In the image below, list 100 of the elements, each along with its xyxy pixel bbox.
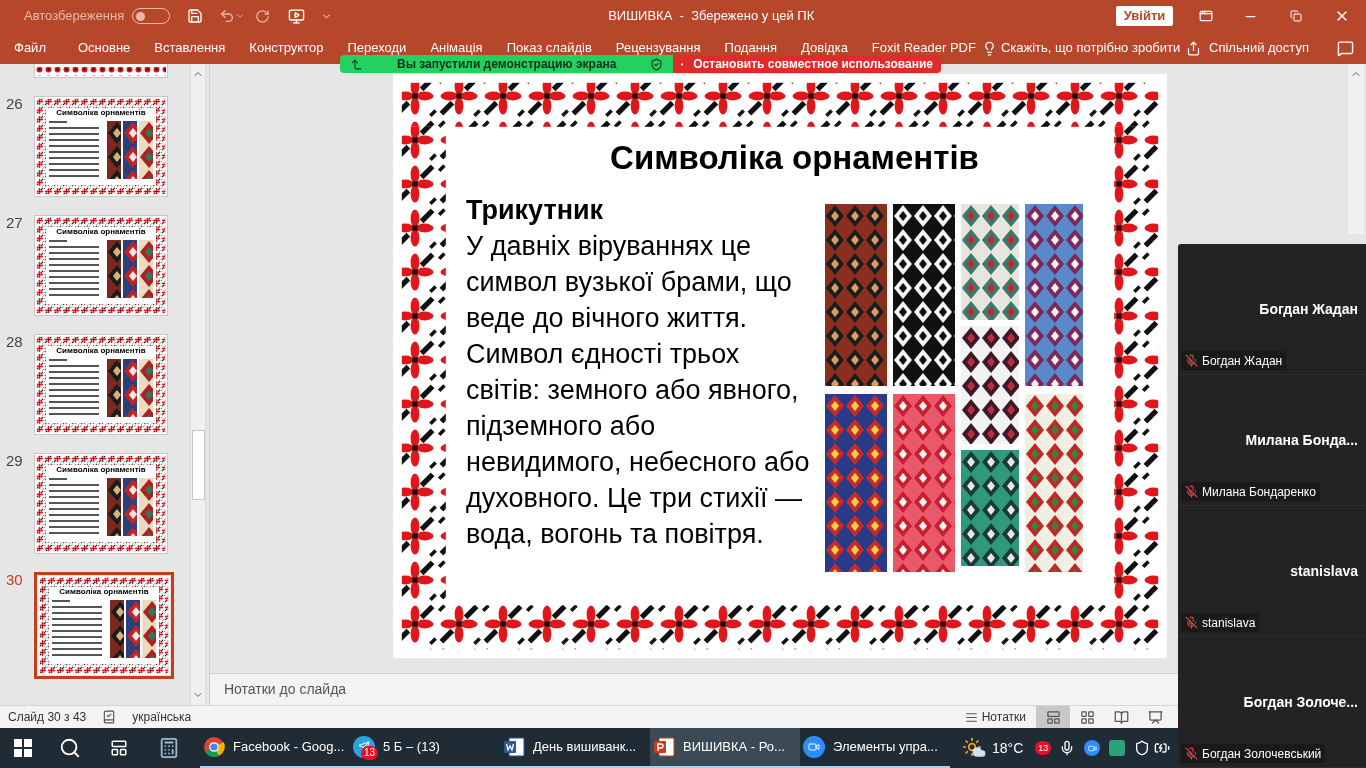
embroidery-photo <box>107 240 121 298</box>
video-app-icon <box>803 736 825 758</box>
slide-counter: Слайд 30 з 43 <box>8 709 87 726</box>
participant-label: Богдан Жадан <box>1202 352 1283 370</box>
stop-sharing-button[interactable]: Остановить совместное использование <box>673 55 941 73</box>
unread-badge: 13 <box>361 746 379 760</box>
redo-icon[interactable] <box>255 8 271 24</box>
window-title: ВИШИВКА - Збережено у цей ПК <box>608 7 815 26</box>
undo-icon[interactable] <box>219 8 236 24</box>
embroidery-photo <box>110 600 124 658</box>
slide-thumbnail[interactable]: Символіка орнаментів <box>34 96 168 197</box>
slide-thumbnail[interactable]: Символіка орнаментів <box>34 215 168 316</box>
video-app-icon[interactable] <box>1084 740 1101 756</box>
taskbar-app-button[interactable]: 13 5 Б – (13) <box>350 728 500 768</box>
ribbon-tab[interactable]: Подання <box>722 41 780 55</box>
language-label[interactable]: українська <box>132 708 192 726</box>
shield-check-icon <box>650 57 663 71</box>
autosave-label: Автозбереження <box>24 7 125 26</box>
embroidery-photo <box>123 121 137 179</box>
thumbnail-title: Символіка орнаментів <box>56 109 146 117</box>
spelling-icon[interactable] <box>102 710 117 724</box>
normal-view-icon[interactable] <box>1036 705 1070 729</box>
slide-number: 29 <box>5 453 24 468</box>
embroidery-photo <box>139 121 153 179</box>
slide-number: 27 <box>5 215 24 230</box>
save-icon[interactable] <box>187 8 204 24</box>
comments-icon[interactable] <box>1337 39 1354 57</box>
presentation-app-icon <box>653 736 675 758</box>
participant-name: Богдан Золоче... <box>1243 693 1358 712</box>
slideshow-icon[interactable] <box>288 7 306 25</box>
search-icon[interactable] <box>59 737 81 759</box>
app-window-title: Facebook - Goog... <box>233 738 345 757</box>
slide-title: Символіка орнаментів <box>609 138 980 178</box>
app-window-title: День вишиванк... <box>533 738 637 757</box>
ribbon-display-icon[interactable] <box>1199 9 1213 23</box>
slide-number: 28 <box>5 334 24 349</box>
ribbon-tab[interactable]: Файл <box>12 41 48 55</box>
sign-in-button[interactable]: Увійти <box>1116 6 1173 26</box>
document-app-icon <box>503 736 525 758</box>
ribbon-tab[interactable]: Рецензування <box>613 41 703 55</box>
embroidery-photo <box>139 240 153 298</box>
share-icon[interactable] <box>1186 40 1202 56</box>
temperature-label: 18°C <box>992 738 1024 758</box>
task-view-icon[interactable] <box>110 739 128 757</box>
ribbon-tab[interactable]: Основне <box>75 41 133 55</box>
shield-icon[interactable] <box>1134 740 1151 756</box>
participant-name: Богдан Жадан <box>1259 300 1358 319</box>
weather-icon <box>962 737 986 759</box>
notes-icon[interactable] <box>964 710 978 724</box>
thumbnail-title: Символіка орнаментів <box>56 347 146 355</box>
scrollbar[interactable] <box>1348 64 1364 234</box>
windows-start-icon[interactable] <box>14 739 32 757</box>
embroidery-photo <box>107 359 121 417</box>
taskbar-app-button[interactable]: ВИШИВКА - Ро... <box>650 728 800 768</box>
ribbon-tab[interactable]: Foxit Reader PDF <box>869 41 978 55</box>
thumbnail-title: Символіка орнаментів <box>59 588 149 596</box>
ribbon-tab[interactable]: Вставлення <box>152 41 228 55</box>
participant-name: stanislava <box>1290 562 1358 581</box>
ribbon-tab[interactable]: Довідка <box>799 41 850 55</box>
share-link[interactable]: Спільний доступ <box>1209 38 1309 58</box>
ribbon-tab[interactable]: Переходи <box>345 41 409 55</box>
embroidery-photo <box>123 359 137 417</box>
embroidery-photo <box>107 121 121 179</box>
participant-label: Милана Бондаренко <box>1202 483 1316 501</box>
slide-number: 26 <box>5 96 24 111</box>
calculator-icon[interactable] <box>158 737 180 759</box>
slide-number: 30 <box>5 572 24 587</box>
slide-thumbnail[interactable]: Символіка орнаментів <box>34 572 174 679</box>
notes-toggle[interactable]: Нотатки <box>981 708 1026 726</box>
embroidery-photo <box>123 478 137 536</box>
embroidery-photo <box>126 600 140 658</box>
slide-body-text: У давніх віруваннях це символ вузької брами, що веде до вічного життя. Символ єдності трьох світів: земного або явного, підземного або невидимого, небесного або духовного. Це три стихії — вода, вогонь та повітря. <box>466 230 811 551</box>
slide-heading: Трикутник <box>466 194 605 227</box>
ribbon-tab[interactable]: Показ слайдів <box>504 41 594 55</box>
notes-placeholder[interactable]: Нотатки до слайда <box>224 679 347 700</box>
embroidery-photo <box>142 600 156 658</box>
tell-me-field[interactable]: Скажіть, що потрібно зробити <box>1000 38 1181 58</box>
embroidery-photo <box>107 478 121 536</box>
battery-icon[interactable] <box>1154 740 1171 756</box>
slide-thumbnail[interactable]: Символіка орнаментів <box>34 453 168 554</box>
tray-app-icon[interactable] <box>1109 740 1126 756</box>
taskbar-app-button[interactable]: Элементы упра... <box>800 728 950 768</box>
app-window-title: ВИШИВКА - Ро... <box>683 738 785 757</box>
embroidery-photo <box>139 478 153 536</box>
scrollbar[interactable] <box>190 64 206 705</box>
app-window-title: 5 Б – (13) <box>383 738 440 757</box>
thumbnail-title: Символіка орнаментів <box>56 466 146 474</box>
chrome-logo-icon <box>203 736 225 758</box>
app-window-title: Элементы упра... <box>833 738 938 757</box>
participant-name: Милана Бонда... <box>1245 431 1358 450</box>
taskbar-app-button[interactable]: Facebook - Goog... <box>200 728 350 768</box>
participant-label: Богдан Золочевський <box>1202 745 1322 763</box>
embroidery-photo <box>139 359 153 417</box>
slide-thumbnail[interactable]: Символіка орнаментів <box>34 334 168 435</box>
scrollbar-thumb[interactable] <box>191 430 205 500</box>
ribbon-tab[interactable]: Конструктор <box>247 41 326 55</box>
restore-icon[interactable] <box>1290 10 1302 22</box>
ribbon-tab[interactable]: Анімація <box>428 41 485 55</box>
sharing-status-text: Вы запустили демонстрацию экрана <box>397 56 617 73</box>
embroidery-photo <box>123 240 137 298</box>
